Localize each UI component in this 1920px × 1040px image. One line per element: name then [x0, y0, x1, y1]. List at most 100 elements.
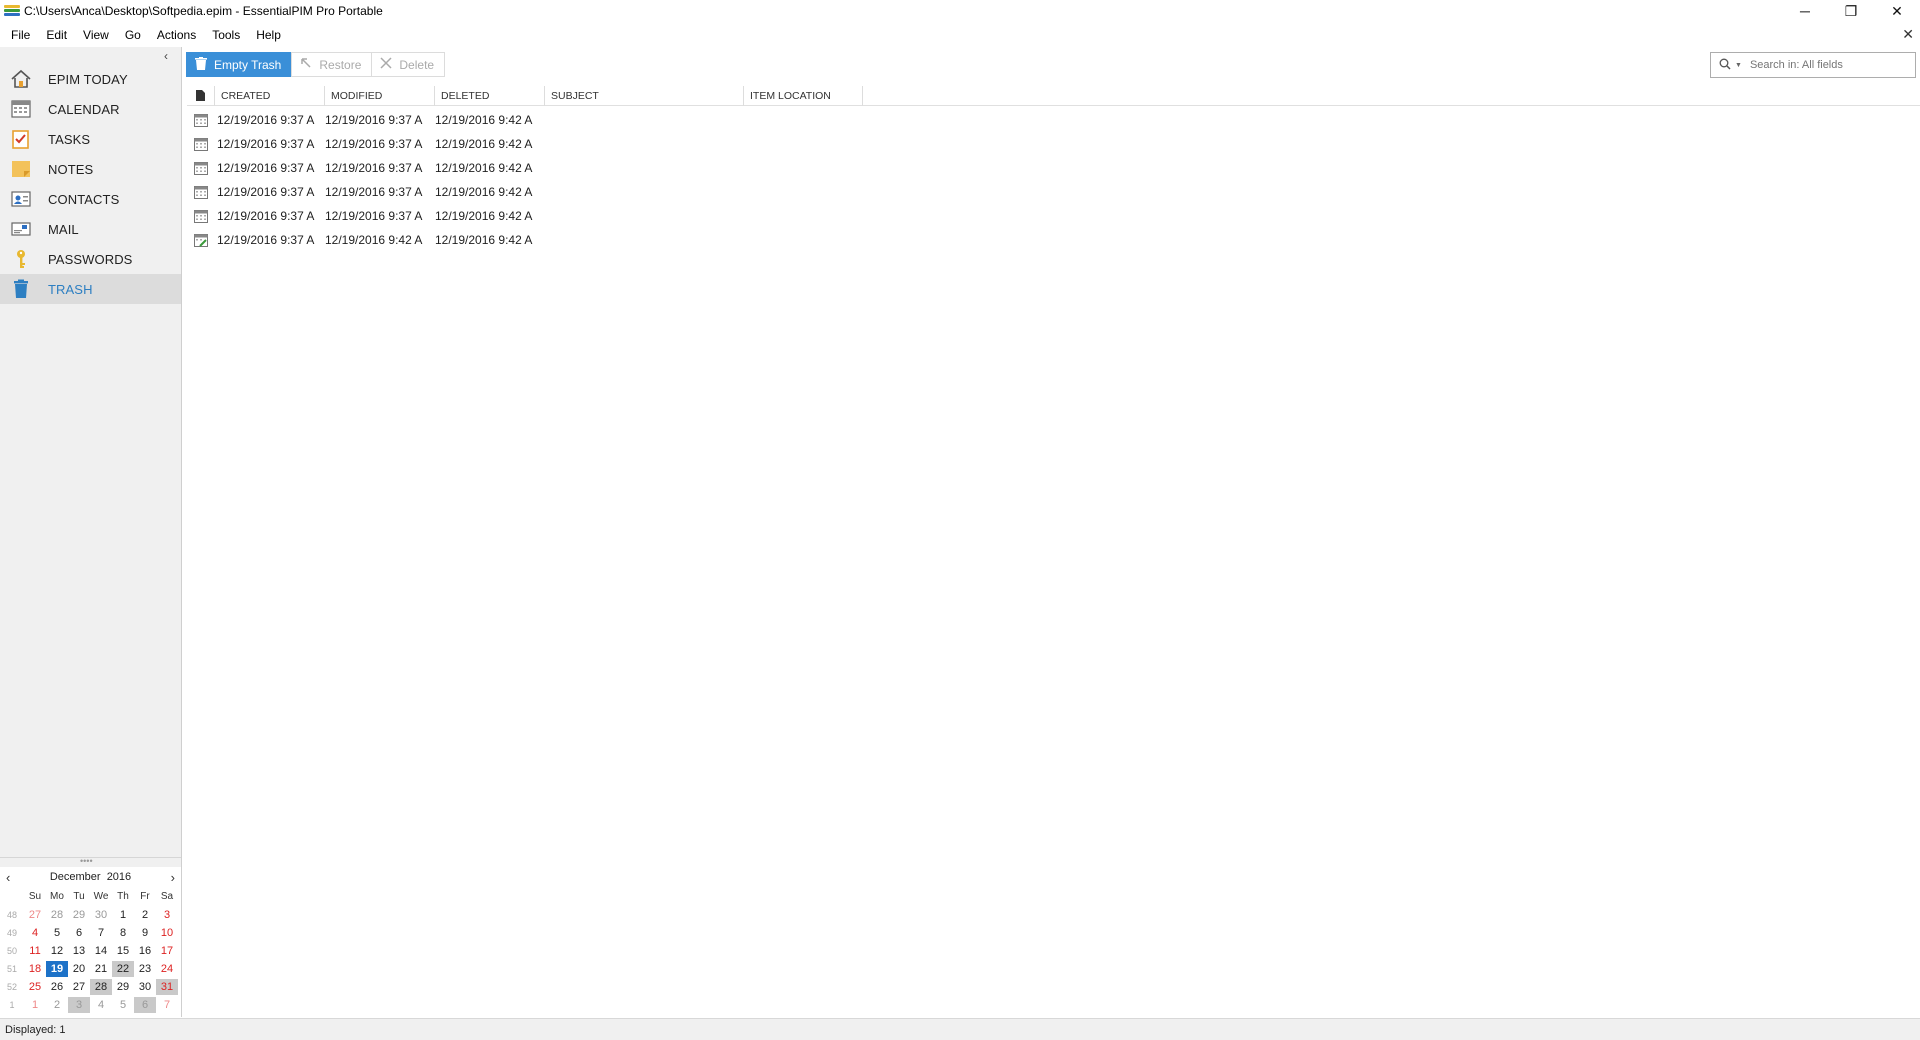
weekday-label: Su [28, 891, 42, 902]
column-header-item-location[interactable]: ITEM LOCATION [744, 85, 863, 106]
calendar-day[interactable]: 10 [156, 925, 178, 941]
calendar-day[interactable]: 14 [90, 943, 112, 959]
minimize-button[interactable]: ─ [1782, 0, 1828, 22]
calendar-day[interactable]: 25 [24, 979, 46, 995]
calendar-day[interactable]: 27 [24, 907, 46, 923]
calendar-day[interactable]: 20 [68, 961, 90, 977]
restore-label: Restore [319, 57, 362, 72]
calendar-day[interactable]: 2 [134, 907, 156, 923]
calendar-day[interactable]: 1 [24, 997, 46, 1013]
calendar-day[interactable]: 6 [134, 997, 156, 1013]
menu-view[interactable]: View [75, 28, 117, 42]
calendar-day[interactable]: 19 [46, 961, 68, 977]
calendar-day[interactable]: 28 [46, 907, 68, 923]
calendar-day[interactable]: 24 [156, 961, 178, 977]
column-header-modified[interactable]: MODIFIED [325, 85, 435, 106]
splitter-grip-icon: •••• [80, 856, 93, 866]
table-row[interactable]: 12/19/2016 9:37 A 12/19/2016 9:37 A 12/19/… [187, 204, 1920, 228]
table-row[interactable]: 12/19/2016 9:37 A 12/19/2016 9:42 A 12/19/… [187, 228, 1920, 252]
close-button[interactable]: ✕ [1874, 0, 1920, 22]
calendar-day[interactable]: 18 [24, 961, 46, 977]
sidebar-item-calendar[interactable]: CALENDAR [0, 94, 181, 124]
calendar-day[interactable]: 8 [112, 925, 134, 941]
sidebar-item-label: PASSWORDS [48, 251, 133, 267]
calendar-day[interactable]: 21 [90, 961, 112, 977]
cell-created: 12/19/2016 9:37 A [217, 185, 315, 199]
calendar-day[interactable]: 16 [134, 943, 156, 959]
calendar-day[interactable]: 1 [112, 907, 134, 923]
cell-modified: 12/19/2016 9:37 A [325, 113, 423, 127]
sidebar-item-notes[interactable]: NOTES [0, 154, 181, 184]
chevron-down-icon[interactable]: ▼ [1735, 62, 1742, 69]
week-number: 52 [6, 982, 17, 992]
delete-button[interactable]: Delete [371, 52, 446, 77]
calendar-day[interactable]: 30 [134, 979, 156, 995]
menu-tools[interactable]: Tools [204, 28, 248, 42]
calendar-day[interactable]: 5 [46, 925, 68, 941]
calendar-day[interactable]: 29 [112, 979, 134, 995]
column-header-created[interactable]: CREATED [215, 85, 325, 106]
calendar-day[interactable]: 4 [24, 925, 46, 941]
table-row[interactable]: 12/19/2016 9:37 A 12/19/2016 9:37 A 12/19/… [187, 156, 1920, 180]
sidebar-item-passwords[interactable]: PASSWORDS [0, 244, 181, 274]
calendar-day[interactable]: 17 [156, 943, 178, 959]
cell-deleted: 12/19/2016 9:42 A [435, 185, 533, 199]
cell-deleted: 12/19/2016 9:42 A [435, 209, 533, 223]
calendar-day[interactable]: 23 [134, 961, 156, 977]
sidebar-item-tasks[interactable]: TASKS [0, 124, 181, 154]
sidebar-item-trash[interactable]: TRASH [0, 274, 181, 304]
calendar-day[interactable]: 7 [156, 997, 178, 1013]
calendar-day[interactable]: 3 [156, 907, 178, 923]
calendar-day[interactable]: 27 [68, 979, 90, 995]
table-row[interactable]: 12/19/2016 9:37 A 12/19/2016 9:37 A 12/19/… [187, 180, 1920, 204]
calendar-day[interactable]: 30 [90, 907, 112, 923]
table-row[interactable]: 12/19/2016 9:37 A 12/19/2016 9:37 A 12/19/… [187, 132, 1920, 156]
prev-month-icon[interactable]: ‹ [6, 870, 10, 885]
calendar-weekday-row: Su Mo Tu We Th Fr Sa [0, 888, 181, 906]
calendar-day[interactable]: 6 [68, 925, 90, 941]
calendar-item-icon [187, 209, 215, 223]
menu-file[interactable]: File [3, 28, 38, 42]
calendar-day[interactable]: 9 [134, 925, 156, 941]
calendar-day[interactable]: 11 [24, 943, 46, 959]
calendar-day[interactable]: 28 [90, 979, 112, 995]
calendar-day[interactable]: 26 [46, 979, 68, 995]
collapse-sidebar-icon[interactable]: ‹ [164, 49, 168, 63]
calendar-day[interactable]: 13 [68, 943, 90, 959]
column-header-deleted[interactable]: DELETED [435, 85, 545, 106]
weekday-label: Sa [160, 891, 174, 902]
calendar-day[interactable]: 15 [112, 943, 134, 959]
column-type-icon[interactable] [187, 85, 215, 106]
calendar-day[interactable]: 5 [112, 997, 134, 1013]
calendar-day[interactable]: 31 [156, 979, 178, 995]
menu-actions[interactable]: Actions [149, 28, 204, 42]
column-header-subject[interactable]: SUBJECT [545, 85, 744, 106]
sidebar-splitter[interactable]: •••• [0, 856, 181, 866]
calendar-week-row: 52 25 26 27 28 29 30 31 [0, 978, 181, 996]
tasks-icon [10, 129, 32, 149]
menu-go[interactable]: Go [117, 28, 149, 42]
sidebar-item-mail[interactable]: MAIL [0, 214, 181, 244]
sidebar-item-epim-today[interactable]: EPIM TODAY [0, 64, 181, 94]
calendar-day[interactable]: 22 [112, 961, 134, 977]
calendar-day[interactable]: 12 [46, 943, 68, 959]
trash-icon [10, 279, 32, 299]
search-box[interactable]: ▼ [1710, 52, 1916, 78]
calendar-day[interactable]: 4 [90, 997, 112, 1013]
close-document-icon[interactable]: ✕ [1902, 26, 1914, 43]
calendar-day[interactable]: 3 [68, 997, 90, 1013]
calendar-day[interactable]: 7 [90, 925, 112, 941]
calendar-day[interactable]: 29 [68, 907, 90, 923]
empty-trash-button[interactable]: Empty Trash [186, 52, 293, 77]
cell-deleted: 12/19/2016 9:42 A [435, 161, 533, 175]
table-row[interactable]: 12/19/2016 9:37 A 12/19/2016 9:37 A 12/19/… [187, 108, 1920, 132]
sidebar-item-contacts[interactable]: CONTACTS [0, 184, 181, 214]
next-month-icon[interactable]: › [171, 870, 175, 885]
menu-help[interactable]: Help [248, 28, 289, 42]
menu-edit[interactable]: Edit [38, 28, 75, 42]
search-input[interactable] [1749, 59, 1910, 71]
restore-button[interactable]: ❐ [1828, 0, 1874, 22]
calendar-day[interactable]: 2 [46, 997, 68, 1013]
restore-item-button[interactable]: Restore [291, 52, 373, 77]
cell-deleted: 12/19/2016 9:42 A [435, 137, 533, 151]
